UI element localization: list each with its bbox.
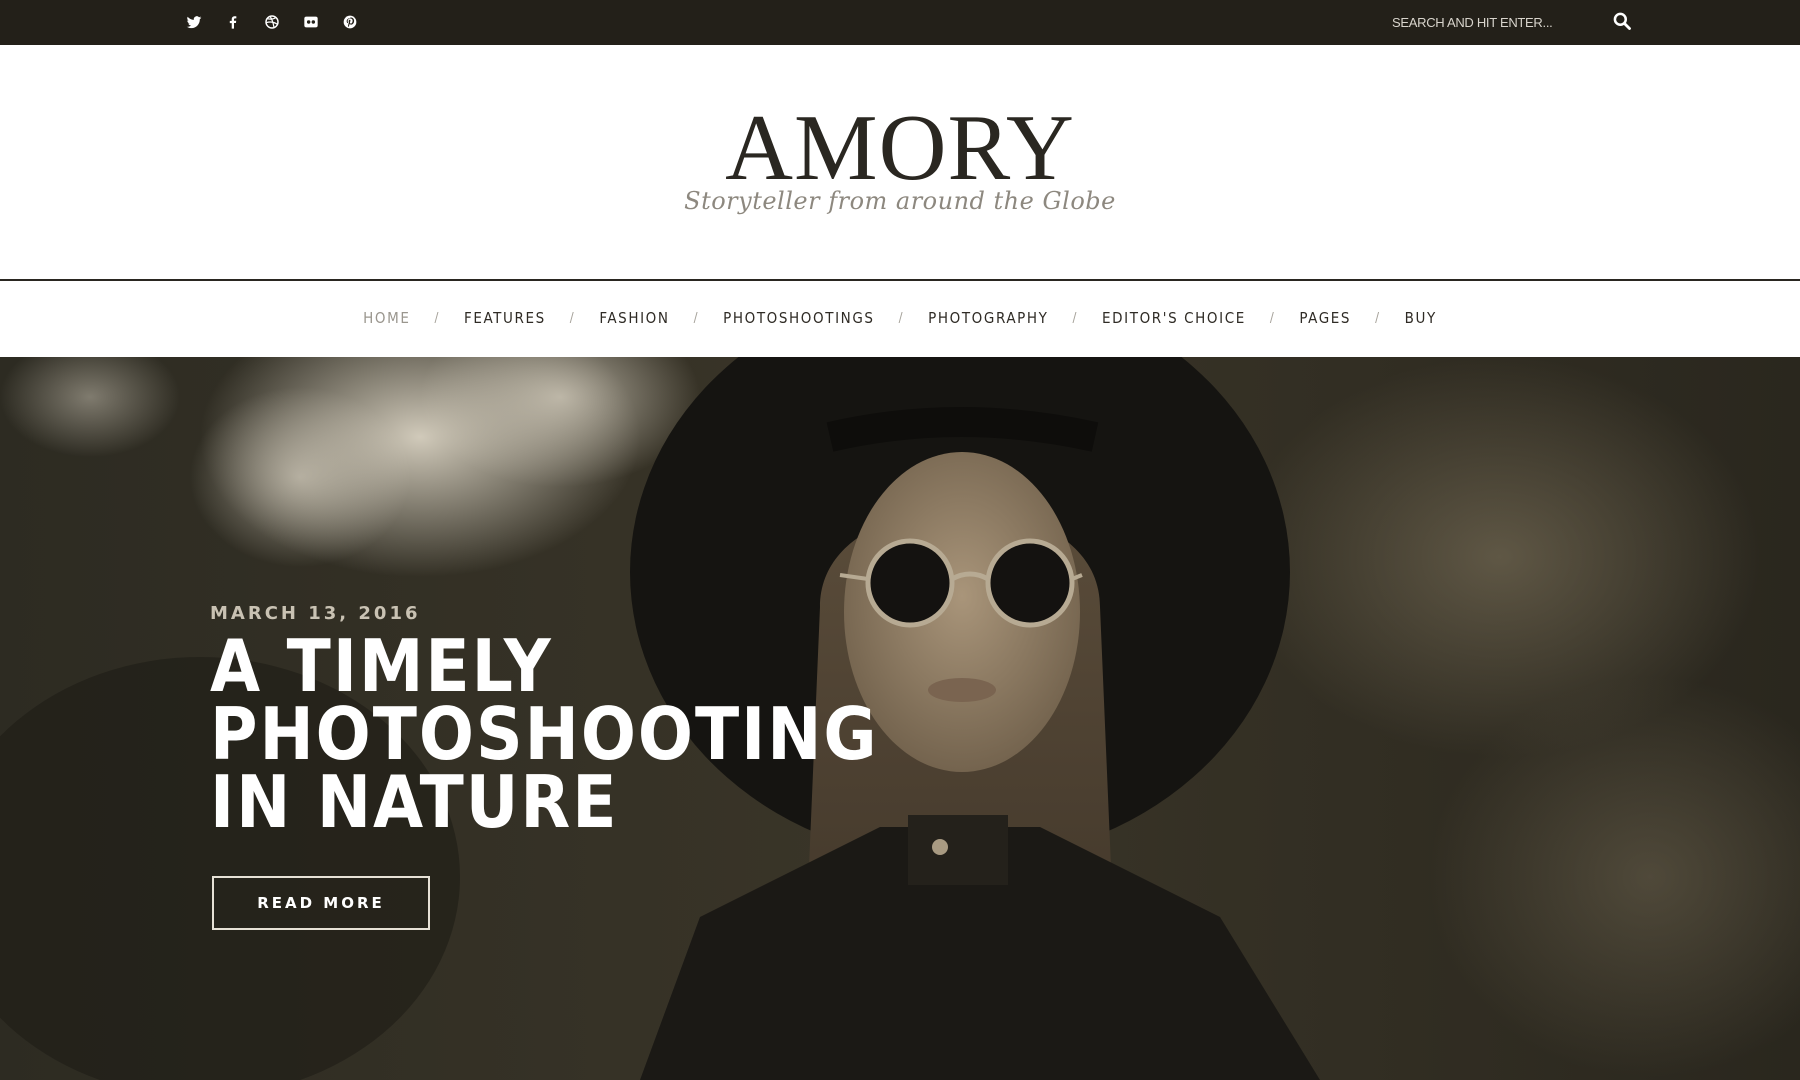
site-header: AMORY Storyteller from around the Globe bbox=[0, 45, 1800, 279]
nav-separator: / bbox=[434, 310, 441, 326]
nav-item-photography[interactable]: Photography bbox=[928, 309, 1048, 327]
site-tagline: Storyteller from around the Globe bbox=[684, 187, 1116, 215]
nav-list: Home / Features / Fashion / Photoshootin… bbox=[0, 309, 1800, 327]
social-links bbox=[183, 11, 378, 33]
search-input[interactable] bbox=[1392, 9, 1592, 35]
nav-item-home[interactable]: Home bbox=[363, 309, 410, 327]
nav-separator: / bbox=[1375, 310, 1381, 326]
nav-separator: / bbox=[898, 310, 905, 326]
nav-separator: / bbox=[693, 310, 700, 326]
nav-separator: / bbox=[569, 310, 576, 326]
search-icon[interactable] bbox=[1612, 11, 1634, 33]
nav-item-fashion[interactable]: Fashion bbox=[599, 309, 669, 327]
hero-slider: MARCH 13, 2016 A TIMELY PHOTOSHOOTING IN… bbox=[0, 357, 1800, 1080]
nav-item-editors-choice[interactable]: Editor's Choice bbox=[1102, 309, 1246, 327]
dribbble-icon[interactable] bbox=[261, 11, 283, 33]
nav-item-buy[interactable]: Buy bbox=[1405, 309, 1437, 327]
post-title[interactable]: A TIMELY PHOTOSHOOTING IN NATURE bbox=[210, 630, 877, 838]
nav-item-pages[interactable]: Pages bbox=[1299, 309, 1351, 327]
pinterest-icon[interactable] bbox=[339, 11, 361, 33]
top-bar bbox=[0, 0, 1800, 45]
read-more-button[interactable]: READ MORE bbox=[212, 876, 430, 930]
search-bar bbox=[1392, 9, 1640, 35]
site-logo[interactable]: AMORY bbox=[0, 101, 1800, 195]
post-date: MARCH 13, 2016 bbox=[210, 603, 421, 624]
facebook-icon[interactable] bbox=[222, 11, 244, 33]
nav-item-photoshootings[interactable]: Photoshootings bbox=[723, 309, 874, 327]
nav-item-features[interactable]: Features bbox=[464, 309, 546, 327]
nav-separator: / bbox=[1269, 310, 1276, 326]
main-nav: Home / Features / Fashion / Photoshootin… bbox=[0, 281, 1800, 357]
nav-separator: / bbox=[1072, 310, 1079, 326]
twitter-icon[interactable] bbox=[183, 11, 205, 33]
flickr-icon[interactable] bbox=[300, 11, 322, 33]
